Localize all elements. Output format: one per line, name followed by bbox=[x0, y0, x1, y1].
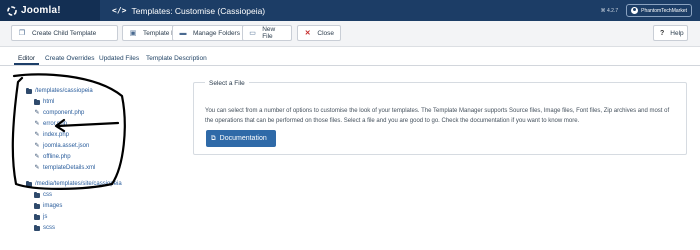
tree-file-error-php[interactable]: ✎ error.php bbox=[34, 121, 67, 127]
tree-file-joomla-asset-json[interactable]: ✎ joomla.asset.json bbox=[34, 143, 89, 149]
folder-icon bbox=[34, 98, 40, 105]
new-file-label: New File bbox=[262, 26, 276, 40]
tree-item-label: component.php bbox=[43, 110, 85, 116]
create-child-template-label: Create Child Template bbox=[32, 29, 97, 37]
documentation-button[interactable]: ⧉ Documentation bbox=[206, 130, 276, 147]
panel-legend: Select a File bbox=[205, 80, 249, 87]
folder-icon bbox=[26, 87, 32, 94]
tree-item-label: images bbox=[43, 203, 63, 209]
file-tree: /templates/cassiopeia html ✎ component.p… bbox=[0, 66, 170, 250]
tree-folder-media-templates[interactable]: /media/templates/site/cassiopeia bbox=[26, 180, 122, 187]
tab-template-description[interactable]: Template Description bbox=[146, 55, 207, 62]
brand-name: Joomla! bbox=[21, 5, 61, 16]
tab-bar: Editor Create Overrides Updated Files Te… bbox=[0, 54, 700, 66]
folder-icon bbox=[34, 202, 40, 209]
tree-item-label: html bbox=[43, 99, 55, 105]
close-icon: ✕ bbox=[304, 30, 311, 37]
joomla-logo-icon bbox=[7, 5, 17, 16]
tree-item-label: index.php bbox=[43, 132, 70, 138]
manage-folders-label: Manage Folders bbox=[193, 29, 240, 37]
tree-file-component-php[interactable]: ✎ component.php bbox=[34, 110, 84, 116]
tree-folder-js[interactable]: js bbox=[34, 213, 48, 220]
tab-create-overrides[interactable]: Create Overrides bbox=[45, 55, 95, 62]
new-file-button[interactable]: ▭ New File bbox=[242, 25, 292, 41]
file-edit-icon: ✎ bbox=[34, 110, 40, 116]
help-button[interactable]: ? Help bbox=[653, 25, 688, 41]
copy-icon: ❐ bbox=[18, 30, 26, 37]
tab-editor[interactable]: Editor bbox=[14, 55, 39, 65]
external-link-icon: ⧉ bbox=[211, 134, 216, 142]
tree-item-label: joomla.asset.json bbox=[43, 143, 90, 149]
tab-updated-files[interactable]: Updated Files bbox=[99, 55, 139, 62]
file-edit-icon: ✎ bbox=[34, 154, 40, 160]
user-icon bbox=[631, 7, 639, 14]
user-menu[interactable]: PhantomTechMarket bbox=[626, 4, 692, 17]
tree-file-templatedetails-xml[interactable]: ✎ templateDetails.xml bbox=[34, 165, 95, 171]
folder-icon: ▬ bbox=[179, 29, 187, 37]
question-icon: ? bbox=[660, 29, 665, 37]
tree-item-label: js bbox=[43, 214, 48, 220]
top-header: Joomla! </> Templates: Customise (Cassio… bbox=[0, 0, 700, 21]
documentation-label: Documentation bbox=[219, 135, 267, 142]
brand[interactable]: Joomla! bbox=[0, 0, 100, 21]
file-edit-icon: ✎ bbox=[34, 121, 40, 127]
tree-item-label: offline.php bbox=[43, 154, 71, 160]
tree-folder-scss[interactable]: scss bbox=[34, 224, 55, 231]
version-badge[interactable]: ⌘ 4.2.7 bbox=[601, 8, 619, 14]
folder-icon bbox=[34, 224, 40, 231]
folder-icon bbox=[34, 191, 40, 198]
folder-icon bbox=[34, 213, 40, 220]
tree-folder-label: /templates/cassiopeia bbox=[35, 88, 93, 94]
create-child-template-button[interactable]: ❐ Create Child Template bbox=[11, 25, 118, 41]
image-icon: ▣ bbox=[129, 30, 137, 37]
page-title: Templates: Customise (Cassiopeia) bbox=[131, 5, 266, 16]
tree-item-label: templateDetails.xml bbox=[43, 165, 96, 171]
user-name: PhantomTechMarket bbox=[641, 7, 687, 14]
tree-item-label: scss bbox=[43, 225, 55, 231]
tree-folder-templates-cassiopeia[interactable]: /templates/cassiopeia bbox=[26, 87, 93, 94]
code-icon: </> bbox=[112, 6, 127, 15]
close-label: Close bbox=[317, 29, 334, 37]
tree-item-label: css bbox=[43, 192, 52, 198]
close-button[interactable]: ✕ Close bbox=[297, 25, 341, 41]
tree-item-label: error.php bbox=[43, 121, 68, 127]
tree-folder-label: /media/templates/site/cassiopeia bbox=[35, 181, 122, 187]
file-edit-icon: ✎ bbox=[34, 132, 40, 138]
tree-folder-html[interactable]: html bbox=[34, 98, 55, 105]
toolbar: ❐ Create Child Template ▣ Template Previ… bbox=[0, 21, 700, 47]
file-icon: ▭ bbox=[249, 30, 256, 37]
tree-file-index-php[interactable]: ✎ index.php bbox=[34, 132, 69, 138]
help-label: Help bbox=[670, 29, 684, 37]
tree-folder-images[interactable]: images bbox=[34, 202, 63, 209]
file-edit-icon: ✎ bbox=[34, 143, 40, 149]
title-bar: </> Templates: Customise (Cassiopeia) ⌘ … bbox=[100, 0, 700, 21]
panel-description: You can select from a number of options … bbox=[205, 108, 670, 124]
tree-file-offline-php[interactable]: ✎ offline.php bbox=[34, 154, 71, 160]
tree-folder-css[interactable]: css bbox=[34, 191, 52, 198]
file-edit-icon: ✎ bbox=[34, 165, 40, 171]
folder-icon bbox=[26, 180, 32, 187]
